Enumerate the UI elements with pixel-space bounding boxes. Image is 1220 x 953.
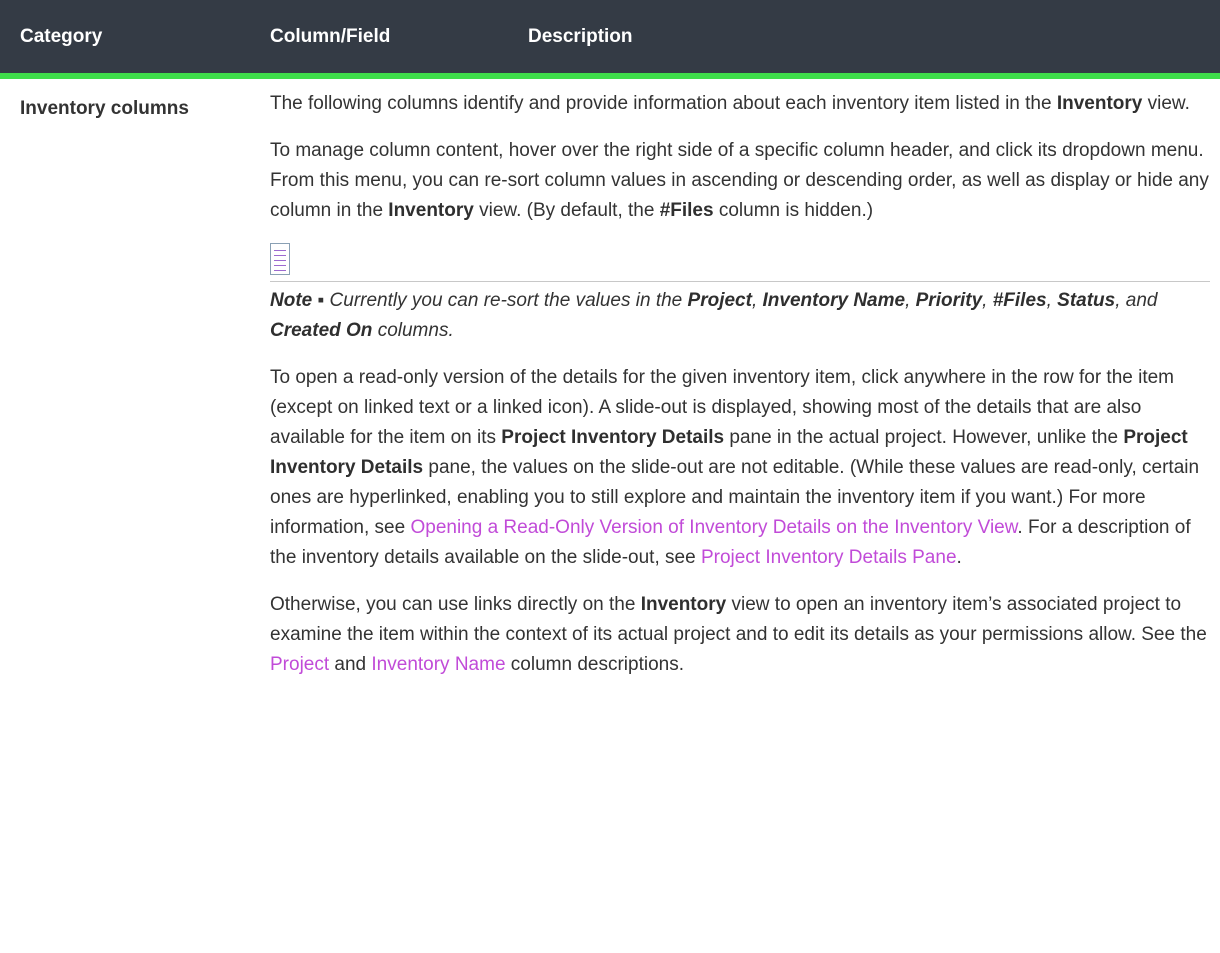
paragraph-otherwise: Otherwise, you can use links directly on… [270, 590, 1210, 680]
note-icon [270, 243, 290, 275]
text: , [1046, 290, 1058, 311]
link-project[interactable]: Project [270, 654, 329, 675]
note-divider [270, 281, 1210, 282]
bold-term: Inventory [640, 594, 727, 615]
bold-term: Inventory Name [762, 290, 906, 311]
text: view. [1142, 93, 1190, 114]
note-text: Note ▪ Currently you can re-sort the val… [270, 286, 1210, 346]
text: and [329, 654, 372, 675]
text: . [956, 547, 962, 568]
text: , [751, 290, 763, 311]
text: pane in the actual project. However, unl… [724, 427, 1124, 448]
bold-term: Project [687, 290, 752, 311]
link-read-only-details[interactable]: Opening a Read-Only Version of Inventory… [410, 517, 1017, 538]
text: , [905, 290, 916, 311]
header-description: Description [528, 26, 633, 47]
bold-term: #Files [659, 200, 714, 221]
text: , and [1115, 290, 1158, 311]
paragraph-intro: The following columns identify and provi… [270, 89, 1210, 119]
text: , [982, 290, 993, 311]
header-column-field: Column/Field [270, 26, 391, 47]
link-project-inventory-details-pane[interactable]: Project Inventory Details Pane [701, 547, 957, 568]
text: column descriptions. [505, 654, 684, 675]
row-category: Inventory columns [20, 98, 189, 119]
bold-term: Inventory [388, 200, 474, 221]
bold-term: Priority [915, 290, 983, 311]
paragraph-read-only: To open a read-only version of the detai… [270, 363, 1210, 573]
bold-term: Status [1057, 290, 1116, 311]
text: ▪ Currently you can re-sort the values i… [312, 290, 688, 311]
bold-term: Created On [270, 320, 373, 341]
bold-term: Inventory [1056, 93, 1143, 114]
text: Otherwise, you can use links directly on… [270, 594, 641, 615]
bold-term: Project Inventory Details [501, 427, 725, 448]
note-label: Note [270, 290, 313, 311]
paragraph-manage-columns: To manage column content, hover over the… [270, 136, 1210, 226]
text: The following columns identify and provi… [270, 93, 1057, 114]
text: columns. [372, 320, 454, 341]
header-category: Category [20, 26, 103, 47]
table-header-row: Category Column/Field Description [0, 0, 1220, 79]
bold-term: #Files [992, 290, 1047, 311]
link-inventory-name[interactable]: Inventory Name [371, 654, 505, 675]
description-cell: The following columns identify and provi… [270, 89, 1210, 697]
text: column is hidden.) [713, 200, 874, 221]
text: view. (By default, the [473, 200, 660, 221]
